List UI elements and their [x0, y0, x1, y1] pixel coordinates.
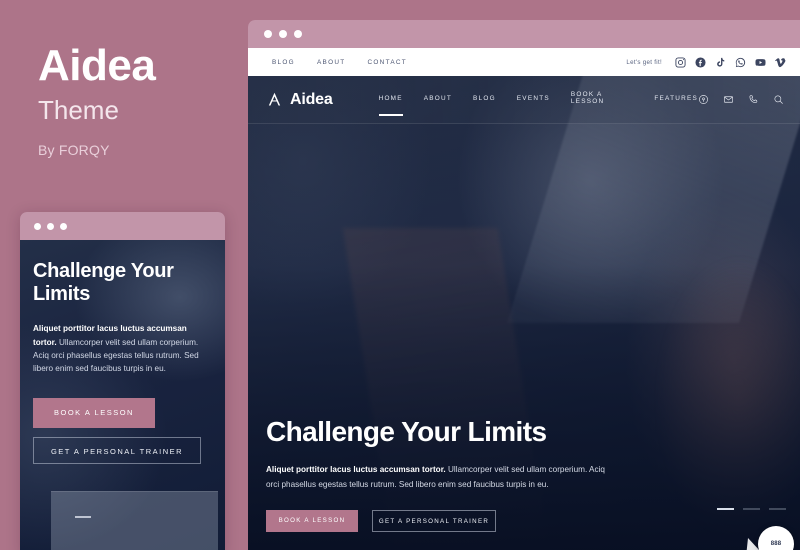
vimeo-icon[interactable]	[775, 57, 786, 68]
slider-indicator-2[interactable]	[743, 508, 760, 510]
screenshot-root: Aidea Theme By FORQY Challenge Your Limi…	[0, 0, 800, 550]
nav-item-blog[interactable]: BLOG	[473, 95, 496, 105]
window-dot-close[interactable]	[264, 30, 272, 38]
phone-hero-body-rest: Ullamcorper velit sed ullam corperium. A…	[33, 337, 199, 374]
phone-hero-buttons: BOOK A LESSON GET A PERSONAL TRAINER	[33, 397, 212, 464]
nav-action-icons	[698, 94, 784, 105]
phone-feature-card	[51, 491, 218, 550]
phone-get-a-personal-trainer-button[interactable]: GET A PERSONAL TRAINER	[33, 436, 201, 464]
whatsapp-icon[interactable]	[735, 57, 746, 68]
search-icon[interactable]	[773, 94, 784, 105]
facebook-icon[interactable]	[695, 56, 706, 68]
slider-indicators	[717, 508, 786, 510]
window-dot-minimize[interactable]	[279, 30, 287, 38]
utility-link-about[interactable]: ABOUT	[317, 59, 346, 66]
window-dot-minimize[interactable]	[47, 222, 54, 230]
utility-link-contact[interactable]: CONTACT	[367, 59, 407, 66]
utility-link-blog[interactable]: BLOG	[272, 59, 295, 66]
hero-body-bold: Aliquet porttitor lacus luctus accumsan …	[266, 465, 446, 475]
tiktok-icon[interactable]	[715, 57, 726, 68]
window-dot-maximize[interactable]	[60, 222, 67, 230]
location-pin-icon[interactable]	[698, 94, 709, 105]
promo-title: Aidea	[38, 41, 156, 90]
book-a-lesson-button[interactable]: BOOK A LESSON	[266, 510, 358, 532]
hero-buttons: BOOK A LESSON GET A PERSONAL TRAINER	[266, 510, 772, 532]
instagram-icon[interactable]	[675, 56, 686, 68]
envelope-icon[interactable]	[723, 94, 734, 105]
triangle-a-logo-icon	[268, 92, 281, 106]
main-nav-links: HOME ABOUT BLOG EVENTS BOOK A LESSON FEA…	[378, 91, 698, 116]
hero-body: Aliquet porttitor lacus luctus accumsan …	[266, 463, 611, 492]
phone-book-a-lesson-button[interactable]: BOOK A LESSON	[33, 397, 155, 428]
phone-hero-content: Challenge Your Limits Aliquet porttitor …	[20, 240, 225, 464]
utility-links: BLOG ABOUT CONTACT	[272, 59, 407, 66]
slider-indicator-1[interactable]	[717, 508, 734, 510]
window-dot-close[interactable]	[34, 222, 41, 230]
nav-item-book-a-lesson[interactable]: BOOK A LESSON	[571, 91, 634, 108]
nav-item-events[interactable]: EVENTS	[517, 95, 550, 105]
phone-hero-body: Aliquet porttitor lacus luctus accumsan …	[33, 322, 212, 375]
corner-badge-label: 888	[770, 541, 782, 547]
brand-logo[interactable]: Aidea	[266, 91, 333, 109]
slider-indicator-3[interactable]	[769, 508, 786, 510]
utility-bar: BLOG ABOUT CONTACT Let's get fit!	[248, 48, 800, 76]
phone-titlebar	[20, 212, 225, 240]
phone-mockup: Challenge Your Limits Aliquet porttitor …	[20, 212, 225, 550]
nav-item-home[interactable]: HOME	[378, 95, 403, 116]
utility-social: Let's get fit!	[626, 56, 786, 68]
hero-section: Aidea HOME ABOUT BLOG EVENTS BOOK A LESS…	[248, 76, 800, 550]
window-dot-maximize[interactable]	[294, 30, 302, 38]
phone-icon[interactable]	[748, 94, 759, 105]
utility-tagline: Let's get fit!	[626, 58, 662, 66]
browser-titlebar	[248, 20, 800, 48]
browser-mockup: BLOG ABOUT CONTACT Let's get fit! Aidea …	[248, 20, 800, 550]
promo-block: Aidea Theme By FORQY	[38, 41, 248, 159]
phone-hero: Challenge Your Limits Aliquet porttitor …	[20, 240, 225, 550]
phone-card-divider	[75, 516, 91, 518]
nav-item-about[interactable]: ABOUT	[424, 95, 452, 105]
phone-hero-heading: Challenge Your Limits	[33, 260, 174, 306]
nav-item-features[interactable]: FEATURES	[654, 95, 698, 105]
youtube-icon[interactable]	[755, 57, 766, 68]
main-navbar: Aidea HOME ABOUT BLOG EVENTS BOOK A LESS…	[248, 76, 800, 124]
brand-name: Aidea	[290, 90, 333, 108]
get-a-personal-trainer-button[interactable]: GET A PERSONAL TRAINER	[372, 510, 496, 532]
promo-author: By FORQY	[38, 142, 110, 158]
hero-heading: Challenge Your Limits	[266, 415, 547, 447]
hero-content: Challenge Your Limits Aliquet porttitor …	[266, 417, 772, 532]
promo-subtitle: Theme	[38, 95, 119, 125]
